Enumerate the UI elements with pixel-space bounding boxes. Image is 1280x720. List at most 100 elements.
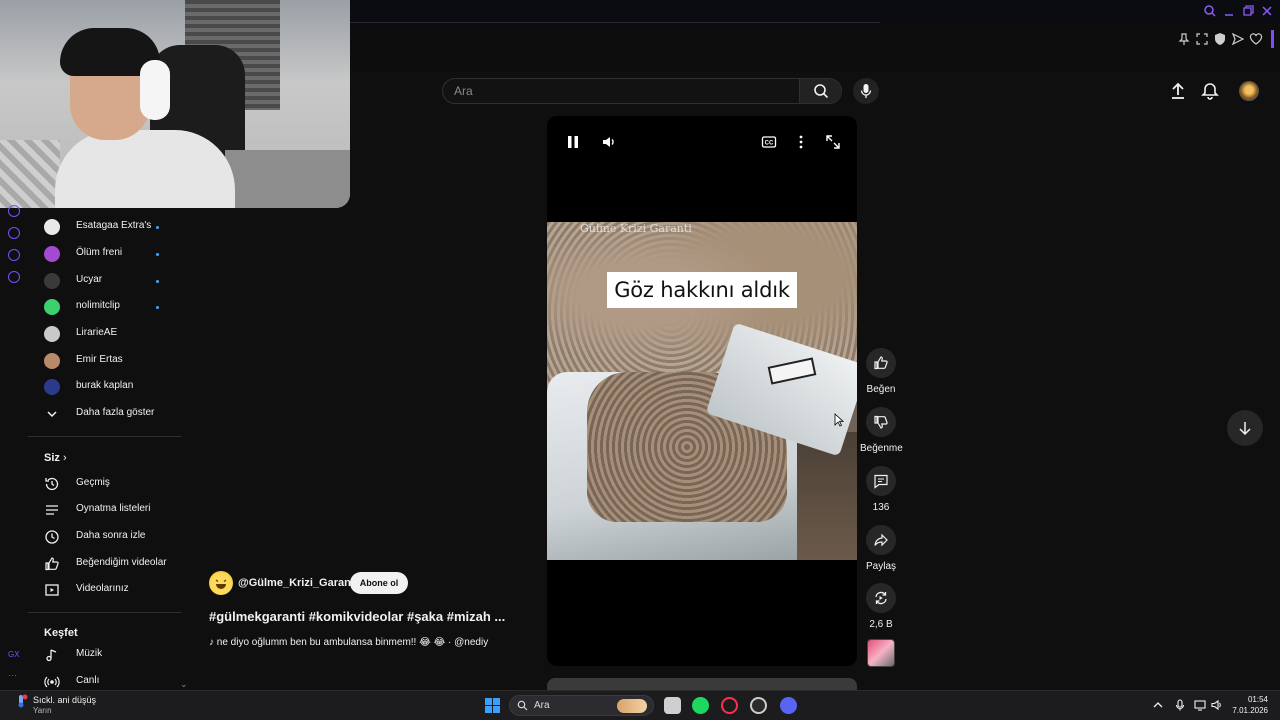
rail-history-icon[interactable] bbox=[8, 227, 20, 239]
file-explorer-icon[interactable] bbox=[664, 697, 681, 714]
show-more-button[interactable]: Daha fazla göster bbox=[28, 401, 182, 427]
video-music-line[interactable]: ♪ ne diyo oğlumm ben bu ambulansa binmem… bbox=[209, 637, 509, 648]
restore-icon[interactable] bbox=[1241, 4, 1255, 18]
next-video-button[interactable] bbox=[1227, 410, 1263, 446]
pin-icon[interactable] bbox=[1177, 32, 1191, 46]
chevron-down-icon bbox=[47, 411, 57, 418]
more-options-icon[interactable] bbox=[793, 134, 809, 150]
sidebar-item-watch-later[interactable]: Daha sonra izle bbox=[28, 524, 182, 550]
pause-icon[interactable] bbox=[565, 134, 581, 150]
sidebar-item-subscription[interactable]: Ucyar bbox=[28, 268, 182, 294]
sound-thumbnail[interactable] bbox=[867, 639, 895, 667]
captions-icon[interactable]: CC bbox=[761, 134, 777, 150]
sidebar-item-subscription[interactable]: nolimitclip bbox=[28, 294, 182, 320]
section-heading-explore: Keşfet bbox=[44, 627, 78, 639]
video-watermark: Gülme Krizi Garanti bbox=[580, 222, 692, 235]
scroll-down-arrow-icon[interactable]: ⌄ bbox=[180, 679, 188, 690]
liked-videos-icon bbox=[45, 557, 59, 571]
volume-icon[interactable] bbox=[601, 134, 617, 150]
you-heading-label: Siz bbox=[44, 452, 60, 464]
like-button[interactable]: Beğen bbox=[860, 348, 902, 395]
sidebar-item-history[interactable]: Geçmiş bbox=[28, 471, 182, 497]
remix-button[interactable]: 2,6 B bbox=[860, 583, 902, 630]
channel-name: Emir Ertas bbox=[76, 354, 123, 365]
live-icon bbox=[44, 676, 60, 688]
share-button[interactable]: Paylaş bbox=[860, 525, 902, 572]
microphone-icon[interactable] bbox=[1174, 699, 1186, 711]
windows-start-icon[interactable] bbox=[485, 698, 500, 713]
arrow-down-icon bbox=[1239, 422, 1251, 436]
discord-icon[interactable] bbox=[780, 697, 797, 714]
laughing-face-icon bbox=[215, 579, 227, 589]
account-avatar[interactable] bbox=[1239, 81, 1259, 101]
person-shirt bbox=[55, 130, 235, 208]
heart-icon[interactable] bbox=[1249, 32, 1263, 46]
dislike-button[interactable]: Beğenme bbox=[860, 407, 903, 454]
speaker-icon[interactable] bbox=[1211, 699, 1223, 711]
sidebar-item-playlists[interactable]: Oynatma listeleri bbox=[28, 497, 182, 523]
channel-avatar bbox=[44, 219, 60, 235]
system-clock[interactable]: 01:54 7.01.2026 bbox=[1228, 694, 1268, 716]
voice-search-button[interactable] bbox=[853, 78, 879, 104]
sidebar-divider bbox=[28, 436, 182, 437]
search-button[interactable] bbox=[799, 79, 841, 103]
minimize-icon[interactable] bbox=[1222, 4, 1236, 18]
caption-box: Göz hakkını aldık bbox=[607, 272, 797, 308]
sidebar-item-liked-videos[interactable]: Beğendiğim videolar bbox=[28, 551, 182, 577]
thumbs-up-icon bbox=[874, 356, 888, 370]
headset bbox=[140, 60, 170, 120]
sidebar-item-subscription[interactable]: LirarieAE bbox=[28, 321, 182, 347]
channel-avatar[interactable] bbox=[209, 571, 233, 595]
shield-icon[interactable] bbox=[1213, 32, 1227, 46]
mouse-cursor-icon bbox=[834, 413, 844, 427]
section-heading-you[interactable]: Siz › bbox=[44, 452, 67, 464]
sidebar-item-subscription[interactable]: Ölüm freni bbox=[28, 241, 182, 267]
new-content-dot bbox=[156, 280, 159, 283]
search-icon[interactable] bbox=[1203, 4, 1217, 18]
channel-name: Ucyar bbox=[76, 274, 103, 285]
shorts-player[interactable]: CC Gülme Krizi Garanti Göz hakkını aldık bbox=[547, 116, 857, 666]
taskbar-search[interactable]: Ara bbox=[509, 695, 654, 716]
network-icon[interactable] bbox=[1194, 699, 1206, 711]
fullscreen-icon[interactable] bbox=[825, 134, 841, 150]
send-icon[interactable] bbox=[1231, 32, 1245, 46]
video-title[interactable]: #gülmekgaranti #komikvideolar #şaka #miz… bbox=[209, 609, 505, 624]
steam-icon[interactable] bbox=[750, 697, 767, 714]
rail-extension-icon[interactable] bbox=[8, 249, 20, 261]
channel-name: Ölüm freni bbox=[76, 247, 123, 258]
show-more-label: Daha fazla göster bbox=[76, 407, 155, 418]
search-input[interactable] bbox=[443, 79, 799, 103]
weather-icon[interactable] bbox=[14, 694, 28, 708]
sidebar-item-music[interactable]: Müzik bbox=[28, 642, 182, 668]
clock-date: 7.01.2026 bbox=[1232, 706, 1268, 715]
rail-home-icon[interactable] bbox=[8, 205, 20, 217]
spotify-icon[interactable] bbox=[692, 697, 709, 714]
sidebar-item-subscription[interactable]: Esatagaa Extra's bbox=[28, 214, 182, 240]
upload-icon[interactable] bbox=[1168, 81, 1188, 101]
sidebar-item-subscription[interactable]: Emir Ertas bbox=[28, 348, 182, 374]
video-caption: Göz hakkını aldık bbox=[614, 278, 790, 302]
channel-name: nolimitclip bbox=[76, 300, 120, 311]
channel-handle[interactable]: @Gülme_Krizi_Garanti bbox=[238, 577, 358, 589]
more-rail-icon[interactable]: ··· bbox=[8, 670, 17, 680]
sidebar-item-subscription[interactable]: burak kaplan bbox=[28, 374, 182, 400]
clock-time: 01:54 bbox=[1247, 695, 1268, 704]
close-icon[interactable] bbox=[1260, 4, 1274, 18]
dislike-label: Beğenme bbox=[860, 443, 903, 454]
remix-icon bbox=[875, 591, 887, 605]
gx-icon[interactable]: GX bbox=[8, 650, 20, 659]
screenshot-icon[interactable] bbox=[1195, 32, 1209, 46]
comments-circle bbox=[866, 466, 896, 496]
sidebar-item-your-videos[interactable]: Videolarınız bbox=[28, 577, 182, 603]
playlists-icon bbox=[46, 505, 58, 515]
subscribe-button[interactable]: Abone ol bbox=[350, 572, 408, 594]
bell-icon[interactable] bbox=[1200, 81, 1220, 101]
sidebar-item-label: Oynatma listeleri bbox=[76, 503, 151, 514]
rail-settings-icon[interactable] bbox=[8, 271, 20, 283]
chevron-up-icon[interactable] bbox=[1152, 699, 1164, 711]
next-short-preview[interactable] bbox=[547, 678, 857, 690]
opera-gx-icon[interactable] bbox=[721, 697, 738, 714]
comments-button[interactable]: 136 bbox=[860, 466, 902, 513]
microphone-icon bbox=[860, 84, 872, 98]
taskbar-search-label: Ara bbox=[534, 700, 550, 711]
